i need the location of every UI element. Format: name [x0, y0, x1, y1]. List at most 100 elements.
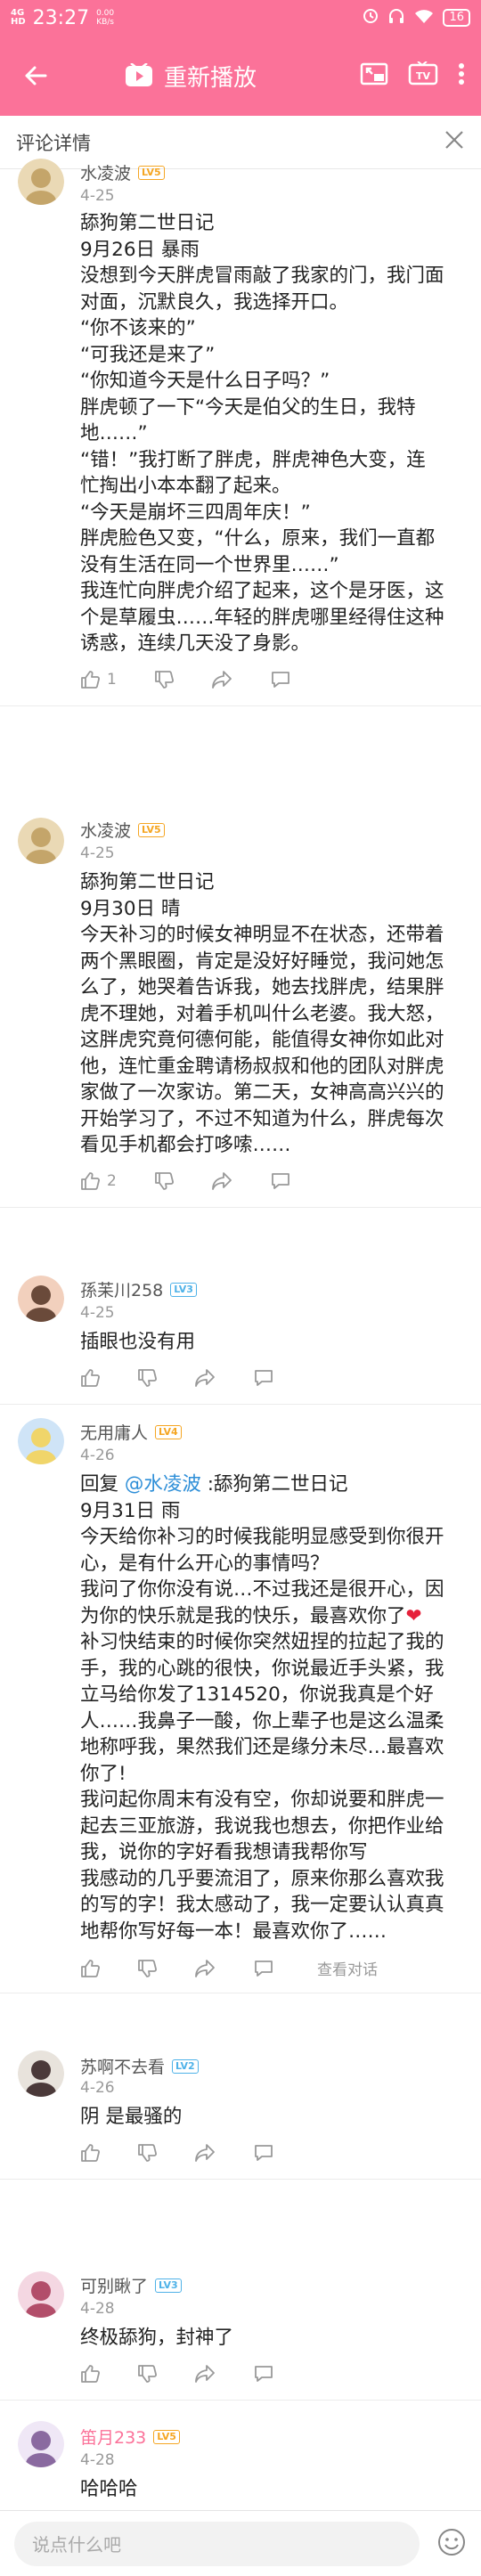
share-icon	[195, 1959, 215, 1977]
comment-body: 插眼也没有用	[80, 1329, 463, 1356]
reply-button[interactable]	[253, 2143, 274, 2163]
mention-link[interactable]: @水凌波	[125, 1473, 201, 1496]
username[interactable]: 无用庸人	[80, 1420, 148, 1444]
comment-divider	[0, 1206, 481, 1208]
dislike-button[interactable]	[137, 2143, 157, 2163]
play-icon	[126, 63, 152, 86]
like-button[interactable]	[80, 2364, 100, 2384]
username[interactable]: 孫苿川258	[80, 1277, 163, 1301]
share-button[interactable]	[194, 1368, 216, 1388]
dislike-button[interactable]	[137, 1959, 157, 1978]
share-button[interactable]	[194, 2364, 216, 2384]
comment-line: 胖虎脸色又变，“什么，原来，我们一直都	[80, 526, 463, 552]
like-button[interactable]	[80, 2143, 100, 2163]
comment-line: 插眼也没有用	[80, 1329, 463, 1356]
comment-text: 哈哈哈	[80, 2478, 138, 2500]
username-row[interactable]: 水凌波 LV5	[80, 160, 165, 184]
level-badge: LV3	[155, 2278, 182, 2293]
share-button[interactable]	[194, 1959, 216, 1978]
username[interactable]: 可别瞅了	[80, 2273, 148, 2297]
username-row[interactable]: 苏啊不去看 LV2	[80, 2054, 199, 2078]
comment-input[interactable]: 说点什么吧	[14, 2521, 420, 2566]
reply-button[interactable]	[253, 1959, 274, 1978]
share-button[interactable]	[194, 2143, 216, 2163]
comment-body: 终极舔狗，封神了	[80, 2325, 463, 2352]
comment-text: 这胖虎究竟何德何能，能值得女神你如此对	[80, 1029, 444, 1051]
username[interactable]: 笛月233	[80, 2425, 146, 2449]
pip-button[interactable]	[360, 61, 388, 90]
back-button[interactable]	[0, 36, 71, 116]
user-avatar[interactable]	[18, 1418, 64, 1464]
username-row[interactable]: 孫苿川258 LV3	[80, 1277, 197, 1301]
user-avatar[interactable]	[18, 2050, 64, 2097]
comment-text: 对面，沉默良久，我选择开口。	[80, 290, 349, 314]
reply-button[interactable]	[253, 1368, 274, 1388]
comment-actions	[80, 2364, 312, 2384]
view-conversation-link[interactable]: 查看对话	[317, 1957, 378, 1979]
comment-text: “可我还是来了”	[80, 343, 216, 366]
battery-indicator: 16	[443, 9, 470, 27]
like-button[interactable]: 2	[80, 1171, 117, 1191]
comment-line: 开始学习了，不过不知道为什么，胖虎每次	[80, 1106, 463, 1133]
emoji-icon	[438, 2528, 465, 2556]
like-icon	[81, 2143, 100, 2162]
comment-line: 个是草履虫……年轻的胖虎哪里经得住这种	[80, 605, 463, 632]
like-button[interactable]: 1	[80, 670, 117, 689]
comment-text: 你了!	[80, 1762, 126, 1785]
svg-text:TV: TV	[416, 70, 431, 82]
speed-value: 0.00	[96, 9, 115, 18]
comment-line: 没想到今天胖虎冒雨敲了我家的门，我门面	[80, 263, 463, 289]
like-count: 1	[107, 670, 117, 689]
comment-date: 4-25	[80, 1304, 115, 1322]
username[interactable]: 水凌波	[80, 160, 131, 184]
dislike-button[interactable]	[137, 2364, 157, 2384]
comment-text: “错！”我打断了胖虎，胖虎神色大变，连	[80, 448, 426, 471]
username-row[interactable]: 无用庸人 LV4	[80, 1420, 182, 1444]
username-row[interactable]: 水凌波 LV5	[80, 818, 165, 842]
comment-text: 胖虎顿了一下“今天是伯父的生日，我特	[80, 395, 416, 419]
user-avatar[interactable]	[18, 159, 64, 205]
back-arrow-icon	[25, 66, 47, 86]
like-button[interactable]	[80, 1959, 100, 1978]
comment-icon	[255, 2365, 273, 2382]
close-button[interactable]	[444, 129, 465, 155]
reply-button[interactable]	[270, 1171, 291, 1191]
comment-line: 的写的字！我太感动了，我一定要认认真真	[80, 1892, 463, 1919]
emoji-button[interactable]	[436, 2527, 467, 2561]
user-avatar[interactable]	[18, 818, 64, 864]
username[interactable]: 水凌波	[80, 818, 131, 842]
comment-line: 终极舔狗，封神了	[80, 2325, 463, 2352]
more-button[interactable]	[458, 61, 465, 90]
share-button[interactable]	[211, 1171, 232, 1191]
comment-text: 9月31日 雨	[80, 1499, 181, 1522]
replay-button[interactable]: 重新播放	[125, 60, 257, 93]
comment-line: 看见手机都会打哆嗦……	[80, 1132, 463, 1159]
user-avatar[interactable]	[18, 2421, 64, 2467]
username-row[interactable]: 笛月233 LV5	[80, 2425, 180, 2449]
comment-text: 为你的快乐就是我的快乐，最喜欢你了	[80, 1604, 406, 1627]
comment-line: “你不该来的”	[80, 315, 463, 342]
dislike-button[interactable]	[154, 1171, 174, 1191]
reply-button[interactable]	[253, 2364, 274, 2384]
network-speed: 0.00 KB/s	[96, 9, 114, 27]
comment-line: 手，我的心跳的很快，你说最近手头紧，我	[80, 1656, 463, 1683]
like-button[interactable]	[80, 1368, 100, 1388]
comment-line: 胖虎顿了一下“今天是伯父的生日，我特	[80, 395, 463, 421]
comment-line: 你了!	[80, 1761, 463, 1788]
comment-line: 9月31日 雨	[80, 1498, 463, 1525]
more-vertical-icon	[459, 63, 464, 85]
comment-text: 起去三亚旅游，我说我也想去，你把作业给	[80, 1814, 444, 1838]
comment-text: 他，连忙重金聘请杨叔叔和他的团队对胖虎	[80, 1055, 444, 1078]
tv-cast-button[interactable]: TV	[408, 61, 438, 90]
username[interactable]: 苏啊不去看	[80, 2054, 165, 2078]
dislike-icon	[154, 1171, 174, 1190]
dislike-button[interactable]	[137, 1368, 157, 1388]
reply-button[interactable]	[270, 670, 291, 689]
dislike-button[interactable]	[154, 670, 174, 689]
username-row[interactable]: 可别瞅了 LV3	[80, 2273, 182, 2297]
user-avatar[interactable]	[18, 1276, 64, 1322]
signal-hd: HD	[11, 17, 26, 27]
comment-text: 没有生活在同一个世界里……”	[80, 553, 339, 576]
share-button[interactable]	[211, 670, 232, 689]
user-avatar[interactable]	[18, 2271, 64, 2318]
